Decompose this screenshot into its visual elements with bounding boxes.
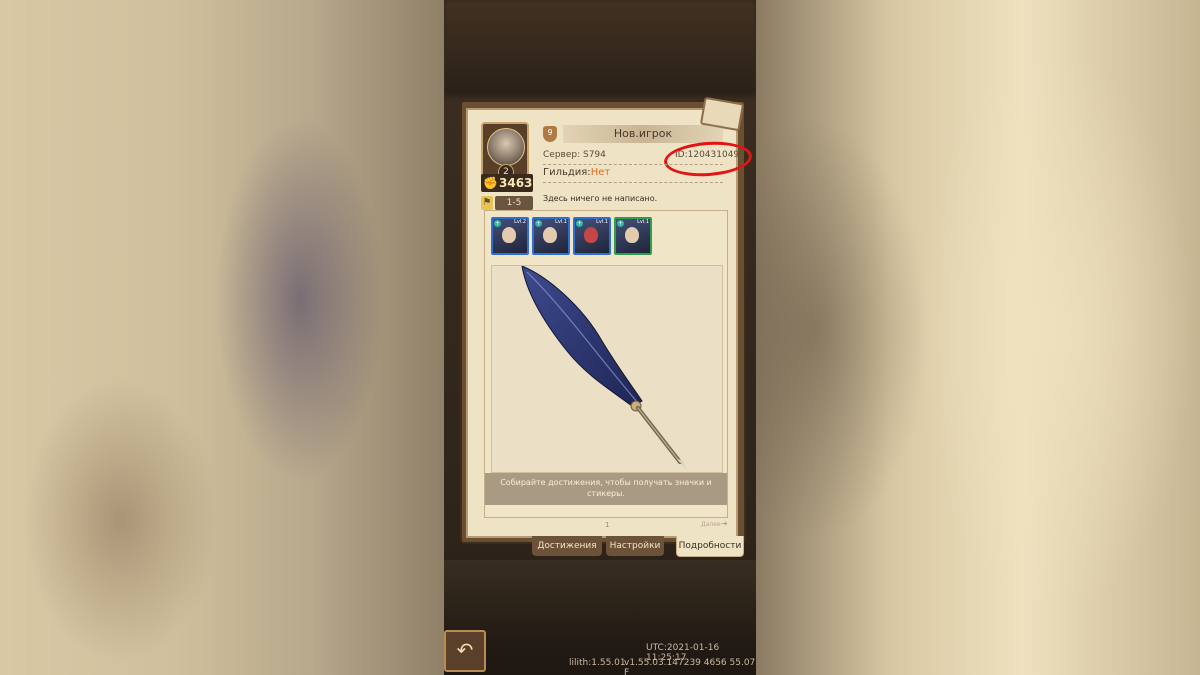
achievement-caption-bar: Собирайте достижения, чтобы получать зна… xyxy=(485,473,727,505)
hero-slot[interactable]: + Lvl.1 xyxy=(532,217,570,255)
divider xyxy=(543,182,723,183)
arrow-right-icon[interactable]: ➜ xyxy=(721,519,728,528)
power-value: 3463 xyxy=(499,176,533,190)
blurred-background-right xyxy=(756,0,1200,675)
hero-portrait xyxy=(543,227,557,243)
plus-icon: + xyxy=(576,220,583,227)
hero-portrait xyxy=(625,227,639,243)
hero-level: Lvl.1 xyxy=(637,219,649,225)
quill-feather-icon xyxy=(521,266,687,470)
lilith-version: lilith:1.55.01 xyxy=(569,658,626,668)
stage-flag-icon: ⚑ xyxy=(481,196,493,210)
hero-level: Lvl.1 xyxy=(596,219,608,225)
plus-icon: + xyxy=(494,220,501,227)
profile-panel: 2 ✊ 3463 ⚑ 1-5 9 Нов.игрок Сервер: S794 … xyxy=(460,96,754,544)
next-page-label[interactable]: Далее xyxy=(701,521,721,528)
team-achievement-card: + Lvl.2 + Lvl.1 + Lvl.1 + Lvl.1 Собирайт… xyxy=(484,210,728,529)
hero-level: Lvl.1 xyxy=(555,219,567,225)
hero-portrait xyxy=(502,227,516,243)
fist-icon: ✊ xyxy=(483,176,498,190)
tab-settings[interactable]: Настройки xyxy=(606,536,664,556)
hero-slot[interactable]: + Lvl.2 xyxy=(491,217,529,255)
guild-row: Гильдия:Нет xyxy=(543,167,610,178)
highlight-circle-annotation xyxy=(662,138,754,180)
back-arrow-icon: ↶ xyxy=(456,638,474,662)
hero-slot[interactable]: + Lvl.1 xyxy=(573,217,611,255)
achievement-display xyxy=(491,265,723,473)
avatar[interactable] xyxy=(487,128,525,166)
page-number: 1 xyxy=(605,521,610,529)
hero-slot[interactable]: + Lvl.1 xyxy=(614,217,652,255)
hero-portrait xyxy=(584,227,598,243)
profile-panel-inner: 2 ✊ 3463 ⚑ 1-5 9 Нов.игрок Сервер: S794 … xyxy=(466,96,754,538)
back-button[interactable]: ↶ xyxy=(444,630,486,672)
game-screen: 2 ✊ 3463 ⚑ 1-5 9 Нов.игрок Сервер: S794 … xyxy=(444,0,756,675)
divider xyxy=(543,164,723,165)
rank-shield-icon: 9 xyxy=(543,126,557,142)
player-name: Нов.игрок xyxy=(613,127,673,140)
achievement-caption: Собирайте достижения, чтобы получать зна… xyxy=(500,478,712,498)
blurred-bottom-area xyxy=(444,560,756,640)
player-name-bar[interactable]: Нов.игрок xyxy=(563,125,723,143)
blurred-background-left xyxy=(0,0,444,675)
blurred-top-area xyxy=(444,0,756,96)
hero-level: Lvl.2 xyxy=(514,219,526,225)
plus-icon: + xyxy=(617,220,624,227)
power-display: ✊ 3463 xyxy=(481,174,533,192)
tab-details[interactable]: Подробности xyxy=(676,536,744,557)
guild-label: Гильдия: xyxy=(543,167,591,178)
plus-icon: + xyxy=(535,220,542,227)
stage-progress: 1-5 xyxy=(495,196,533,210)
client-version: v1.55.03.147239 4656 55.07 F xyxy=(624,658,756,675)
motto-text[interactable]: Здесь ничего не написано. xyxy=(543,194,657,203)
guild-value: Нет xyxy=(590,167,611,178)
server-label: Сервер: S794 xyxy=(543,150,606,160)
tab-achievements[interactable]: Достижения xyxy=(532,536,602,556)
